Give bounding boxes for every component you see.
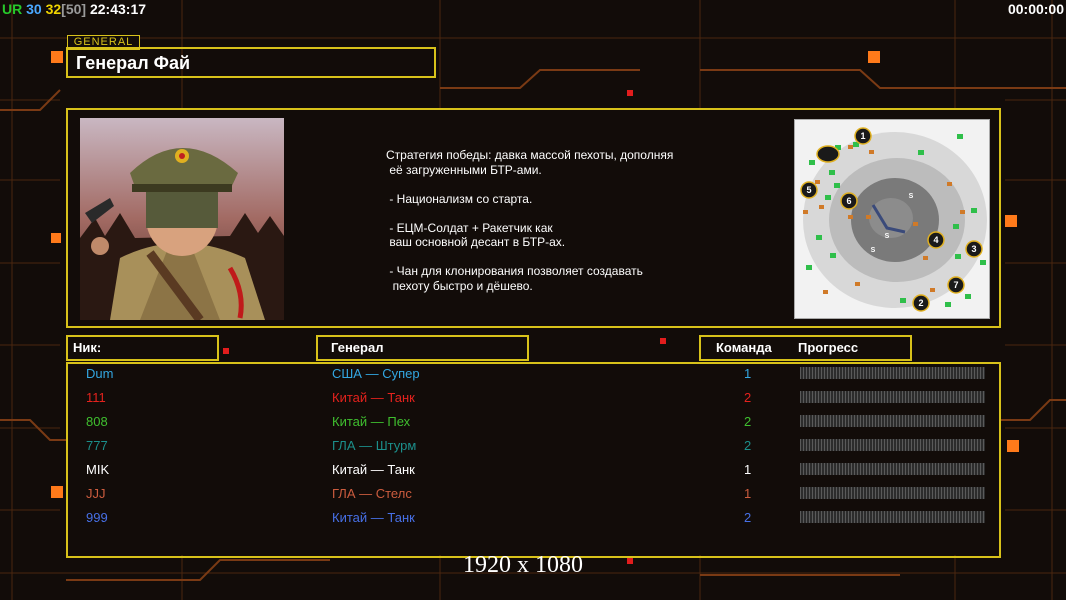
player-progress-bar [800,415,985,427]
player-general: США — Супер [332,366,420,381]
player-progress-bar [800,511,985,523]
player-general: Китай — Танк [332,510,415,525]
svg-text:S: S [885,233,890,240]
start-position-4: 4 [933,235,938,245]
svg-text:S: S [909,193,914,200]
player-general: ГЛА — Штурм [332,438,417,453]
player-team: 2 [744,510,752,525]
nick-header: Ник: [73,340,102,355]
player-team: 1 [744,462,752,477]
general-name: Генерал Фай [76,53,191,73]
progress-header: Прогресс [798,340,859,355]
player-nick: Dum [86,366,114,381]
player-nick: 808 [86,414,108,429]
hud-clock: 22:43:17 [89,1,147,17]
player-team: 2 [744,438,752,453]
player-team: 1 [744,366,752,381]
general-portrait [80,118,284,320]
player-general: Китай — Пех [332,414,411,429]
player-nick: 999 [86,510,108,525]
general-header: Генерал [331,340,384,355]
player-general: Китай — Танк [332,390,415,405]
table-row: 999 Китай — Танк 2 [68,510,998,534]
start-position-2: 2 [918,298,923,308]
hud-value-3: [50] [61,1,87,17]
start-position-7: 7 [953,280,958,290]
general-description: Стратегия победы: давка массой пехоты, д… [386,148,674,293]
minimap[interactable]: S S S 1 2 3 4 5 6 7 [794,119,990,319]
hud-timer: 00:00:00 [1007,1,1064,17]
hud-stats: UR 30 32[50] 22:43:17 [2,1,146,17]
start-position-1: 1 [860,131,865,141]
table-row: 808 Китай — Пех 2 [68,414,998,438]
table-row: MIK Китай — Танк 1 [68,462,998,486]
start-position-6: 6 [846,196,851,206]
hud-value-1: 30 [26,1,42,17]
player-progress-bar [800,391,985,403]
team-header: Команда [716,340,772,355]
player-general: ГЛА — Стелс [332,486,412,501]
player-team: 2 [744,414,752,429]
player-nick: JJJ [86,486,106,501]
hud-value-2: 32 [45,1,62,17]
player-nick: MIK [86,462,110,477]
table-row: 777 ГЛА — Штурм 2 [68,438,998,462]
player-nick: 777 [86,438,108,453]
player-team: 2 [744,390,752,405]
table-row: JJJ ГЛА — Стелс 1 [68,486,998,510]
player-progress-bar [800,439,985,451]
start-position-3: 3 [971,244,976,254]
svg-text:S: S [871,247,876,254]
player-team: 1 [744,486,752,501]
resolution-label: 1920 x 1080 [463,552,583,578]
start-position-5: 5 [806,185,811,195]
table-row: Dum США — Супер 1 [68,366,998,390]
player-nick: 111 [86,390,106,405]
player-general: Китай — Танк [332,462,415,477]
player-progress-bar [800,487,985,499]
hud-tag: UR [2,1,23,17]
player-progress-bar [800,367,985,379]
table-row: 111 Китай — Танк 2 [68,390,998,414]
player-progress-bar [800,463,985,475]
